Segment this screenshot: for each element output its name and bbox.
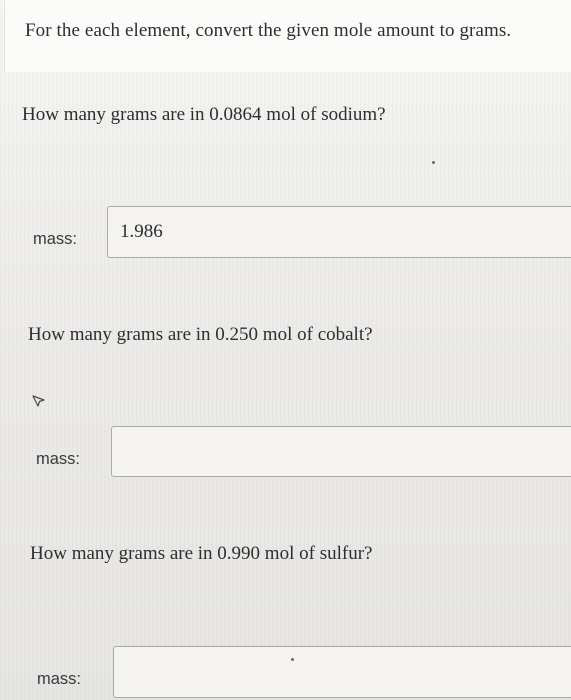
instructions-panel: For the each element, convert the given … <box>4 0 571 72</box>
mass-input-cobalt[interactable] <box>111 426 571 477</box>
mass-label-sodium: mass: <box>33 230 78 248</box>
decorative-dot <box>432 161 435 164</box>
mass-input-sodium[interactable] <box>107 206 571 258</box>
mouse-pointer-icon <box>32 395 45 407</box>
question-sodium: How many grams are in 0.0864 mol of sodi… <box>22 104 386 125</box>
question-cobalt: How many grams are in 0.250 mol of cobal… <box>28 324 373 345</box>
mass-label-cobalt: mass: <box>36 450 81 468</box>
question-sulfur: How many grams are in 0.990 mol of sulfu… <box>30 543 373 564</box>
mass-input-sulfur[interactable] <box>113 646 571 698</box>
instructions-text: For the each element, convert the given … <box>25 20 512 41</box>
mass-label-sulfur: mass: <box>37 670 82 688</box>
decorative-dot <box>291 658 294 661</box>
